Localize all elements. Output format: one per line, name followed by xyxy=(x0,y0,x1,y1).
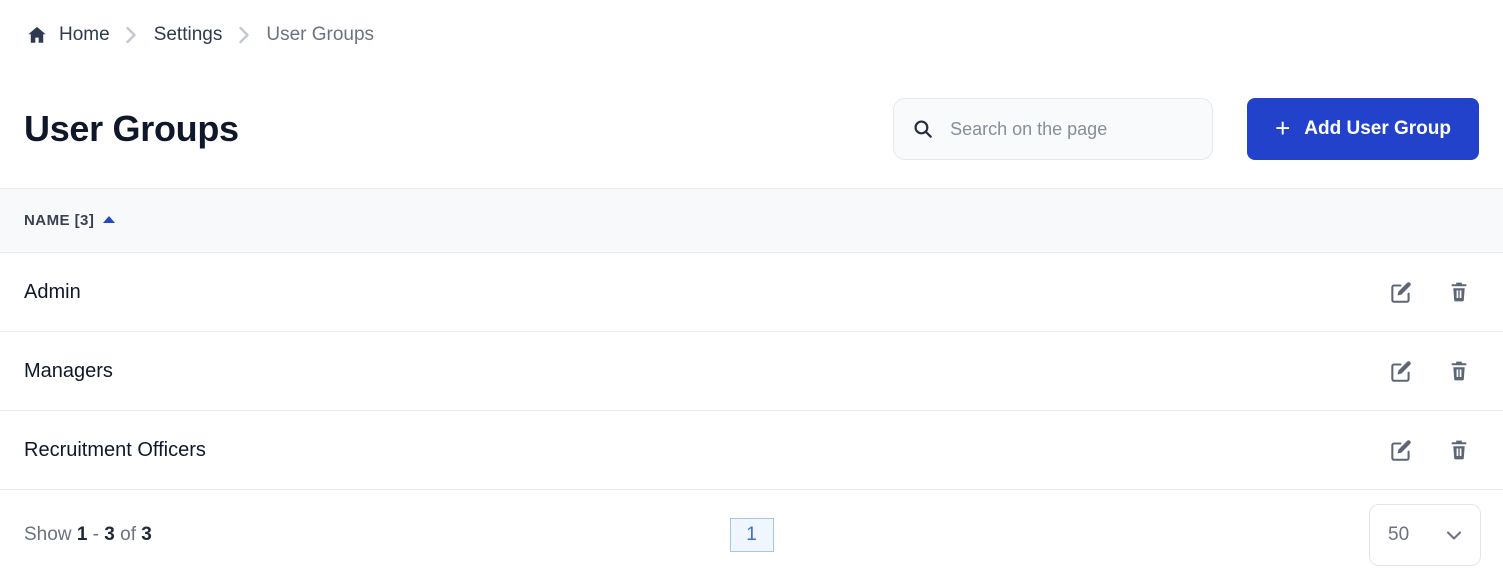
cell-group-name: Recruitment Officers xyxy=(24,438,206,461)
total-count: 3 xyxy=(141,524,152,545)
search-input[interactable] xyxy=(950,118,1195,140)
add-user-group-label: Add User Group xyxy=(1304,118,1451,139)
cell-group-name: Managers xyxy=(24,359,113,382)
table-footer: Show 1 - 3 of 3 1 50 xyxy=(0,490,1503,580)
show-label: Show xyxy=(24,524,72,545)
trash-icon[interactable] xyxy=(1445,357,1473,385)
header-actions: + Add User Group xyxy=(893,98,1479,160)
table-row[interactable]: Recruitment Officers xyxy=(0,411,1503,490)
edit-icon[interactable] xyxy=(1387,436,1415,464)
chevron-right-icon xyxy=(222,24,266,46)
pagination-page-1[interactable]: 1 xyxy=(729,518,774,552)
trash-icon[interactable] xyxy=(1445,278,1473,306)
row-actions xyxy=(1387,436,1481,464)
breadcrumb-item-user-groups: User Groups xyxy=(266,24,375,45)
breadcrumb-item-home[interactable]: Home xyxy=(59,24,110,46)
home-icon[interactable] xyxy=(24,22,50,48)
pagination: 1 xyxy=(729,518,774,552)
user-groups-table: NAME [3] Admin Managers Recruitment Offi… xyxy=(0,188,1503,580)
page-title: User Groups xyxy=(24,108,239,150)
range-dash: - xyxy=(92,524,99,545)
chevron-right-icon xyxy=(110,24,154,46)
page-header: User Groups + Add User Group xyxy=(0,70,1503,188)
cell-group-name: Admin xyxy=(24,280,81,303)
row-actions xyxy=(1387,278,1481,306)
edit-icon[interactable] xyxy=(1387,278,1415,306)
table-row[interactable]: Managers xyxy=(0,332,1503,411)
breadcrumb: Home Settings User Groups xyxy=(0,0,1503,70)
edit-icon[interactable] xyxy=(1387,357,1415,385)
add-user-group-button[interactable]: + Add User Group xyxy=(1247,98,1479,160)
table-header-row: NAME [3] xyxy=(0,188,1503,253)
column-header-name[interactable]: NAME [3] xyxy=(24,212,116,229)
column-header-name-label: NAME [3] xyxy=(24,212,95,229)
search-box[interactable] xyxy=(893,98,1214,160)
sort-ascending-icon[interactable] xyxy=(103,215,116,223)
breadcrumb-item-settings[interactable]: Settings xyxy=(154,24,223,46)
search-icon xyxy=(912,118,934,140)
of-label: of xyxy=(120,524,136,545)
table-row[interactable]: Admin xyxy=(0,253,1503,332)
chevron-down-icon xyxy=(1444,525,1464,545)
row-actions xyxy=(1387,357,1481,385)
pagination-summary: Show 1 - 3 of 3 xyxy=(24,524,152,546)
page-size-select[interactable]: 50 xyxy=(1369,504,1481,566)
plus-icon: + xyxy=(1275,113,1291,143)
trash-icon[interactable] xyxy=(1445,436,1473,464)
page-size-value: 50 xyxy=(1388,524,1410,545)
range-from: 1 xyxy=(76,524,88,545)
range-to: 3 xyxy=(104,524,115,545)
